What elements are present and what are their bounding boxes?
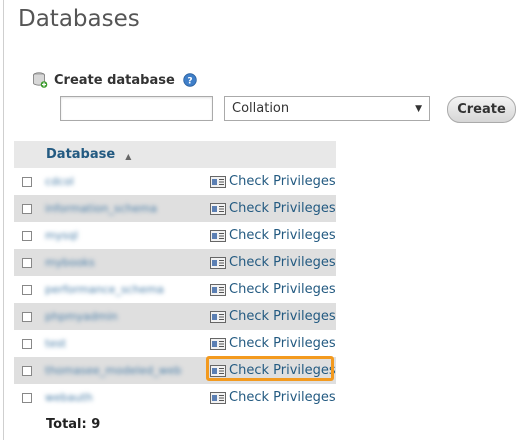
collation-select-value: Collation [232,101,290,116]
check-privileges-link[interactable]: Check Privileges [229,390,336,405]
row-checkbox[interactable] [22,203,32,214]
table-row: phpmyadmin Check Privileges [14,303,336,330]
database-name-link[interactable]: information_schema [45,202,157,215]
database-name-link[interactable]: phpmyadmin [45,310,118,323]
sort-ascending-icon: ▲ [125,151,132,161]
check-privileges-icon[interactable] [210,391,226,404]
check-privileges-icon[interactable] [210,337,226,350]
actions-column-header [206,141,336,168]
database-column-label: Database [46,147,116,162]
database-add-icon [33,72,48,88]
check-privileges-highlight [206,356,334,381]
chevron-down-icon: ▼ [415,104,422,114]
table-row: cdcol Check Privileges [14,168,336,195]
check-privileges-icon[interactable] [210,283,226,296]
database-name-link[interactable]: mysql [45,229,78,242]
row-checkbox[interactable] [22,392,32,403]
check-privileges-link[interactable]: Check Privileges [229,228,336,243]
check-privileges-link[interactable]: Check Privileges [229,309,336,324]
table-row: mybooks Check Privileges [14,249,336,276]
database-name-link[interactable]: performance_schema [45,283,164,296]
page-title: Databases [18,6,140,32]
total-count: Total: 9 [46,417,101,432]
create-database-label: Create database [54,72,175,88]
total-row: Total: 9 [14,411,336,438]
database-name-link[interactable]: mybooks [45,256,95,269]
check-privileges-link[interactable]: Check Privileges [229,336,336,351]
left-border [3,0,4,440]
check-privileges-link[interactable]: Check Privileges [229,282,336,297]
table-row: mysql Check Privileges [14,222,336,249]
check-privileges-icon[interactable] [210,175,226,188]
create-button[interactable]: Create [447,96,516,123]
total-row-spacer [206,411,336,438]
check-privileges-link[interactable]: Check Privileges [229,201,336,216]
table-row: webauth Check Privileges [14,384,336,411]
check-privileges-link[interactable]: Check Privileges [229,174,336,189]
check-privileges-icon[interactable] [210,310,226,323]
row-checkbox[interactable] [22,365,32,376]
databases-table: Database ▲ cdcol Check Privileges inform… [14,141,336,438]
check-privileges-link[interactable]: Check Privileges [229,255,336,270]
collation-select[interactable]: Collation ▼ [224,96,430,121]
row-checkbox[interactable] [22,338,32,349]
database-name-link[interactable]: test [45,337,66,350]
table-row: test Check Privileges [14,330,336,357]
table-row: information_schema Check Privileges [14,195,336,222]
check-privileges-icon[interactable] [210,256,226,269]
database-name-link[interactable]: thomasee_modeled_web [45,364,182,377]
svg-text:?: ? [187,77,192,87]
check-privileges-icon[interactable] [210,229,226,242]
row-checkbox[interactable] [22,257,32,268]
database-name-link[interactable]: cdcol [45,175,74,188]
row-checkbox[interactable] [22,284,32,295]
help-icon[interactable]: ? [183,73,197,87]
database-name-input[interactable] [60,96,213,121]
row-checkbox[interactable] [22,176,32,187]
row-checkbox[interactable] [22,230,32,241]
table-row: performance_schema Check Privileges [14,276,336,303]
database-name-link[interactable]: webauth [45,391,93,404]
create-database-header: Create database ? [32,70,197,90]
check-privileges-icon[interactable] [210,202,226,215]
row-checkbox[interactable] [22,311,32,322]
database-column-header[interactable]: Database ▲ [14,141,206,168]
